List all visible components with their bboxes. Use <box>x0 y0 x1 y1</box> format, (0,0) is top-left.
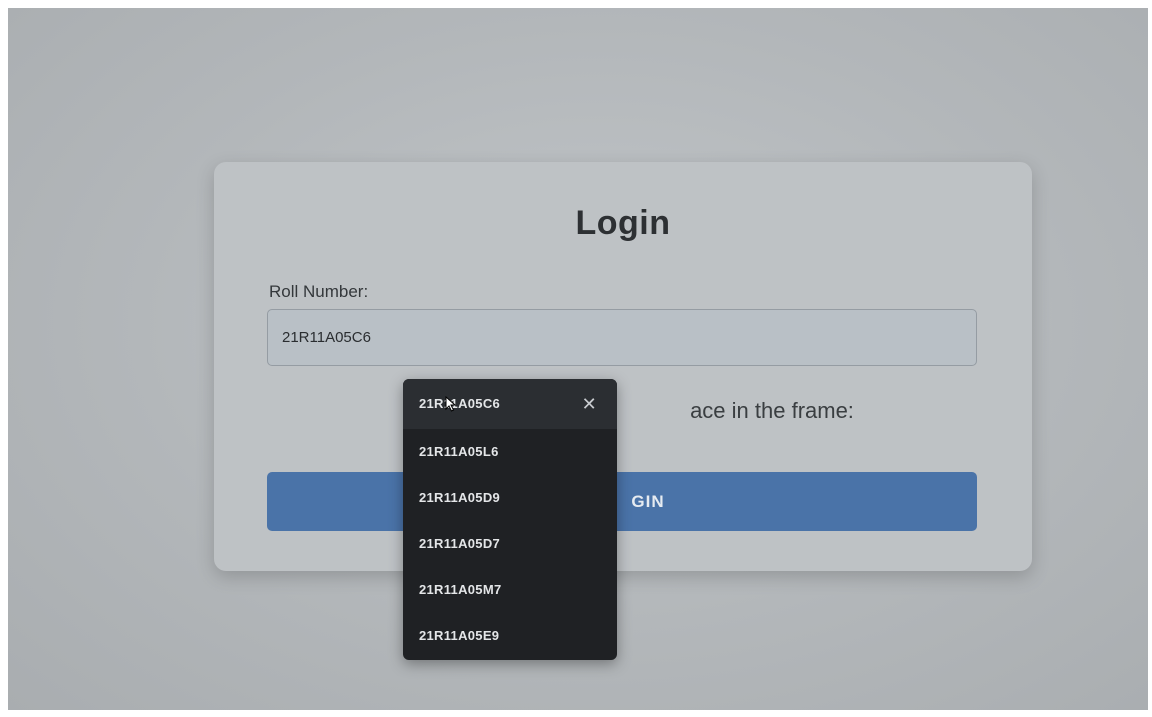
face-capture-label: ace in the frame: <box>267 398 977 424</box>
autocomplete-option[interactable]: 21R11A05D7 <box>403 521 617 567</box>
autocomplete-option[interactable]: 21R11A05C6 ✕ <box>403 379 617 429</box>
autocomplete-option-label: 21R11A05C6 <box>419 396 501 411</box>
page-title: Login <box>575 204 671 242</box>
autocomplete-option[interactable]: 21R11A05E9 <box>403 613 617 659</box>
autocomplete-option[interactable]: 21R11A05L6 <box>403 429 617 475</box>
face-capture-text: ace in the frame: <box>690 398 854 423</box>
login-button[interactable]: GIN <box>267 472 977 531</box>
autocomplete-option-label: 21R11A05L6 <box>419 444 499 459</box>
close-icon[interactable]: ✕ <box>582 379 597 429</box>
login-button-label: GIN <box>631 492 665 511</box>
autocomplete-dropdown: 21R11A05C6 ✕ 21R11A05L6 21R11A05D9 21R11… <box>403 379 617 660</box>
screen: Login Roll Number: 21R11A05C6 ace in the… <box>8 8 1148 710</box>
autocomplete-option[interactable]: 21R11A05D9 <box>403 475 617 521</box>
mouse-cursor-icon <box>445 396 457 412</box>
login-card: Login Roll Number: 21R11A05C6 ace in the… <box>214 162 1032 571</box>
autocomplete-option-label: 21R11A05M7 <box>419 582 502 597</box>
autocomplete-option-label: 21R11A05E9 <box>419 628 500 643</box>
autocomplete-option-label: 21R11A05D7 <box>419 536 501 551</box>
roll-number-input[interactable]: 21R11A05C6 <box>267 309 977 366</box>
autocomplete-option-label: 21R11A05D9 <box>419 490 501 505</box>
roll-number-label: Roll Number: <box>269 282 369 301</box>
autocomplete-option[interactable]: 21R11A05M7 <box>403 567 617 613</box>
